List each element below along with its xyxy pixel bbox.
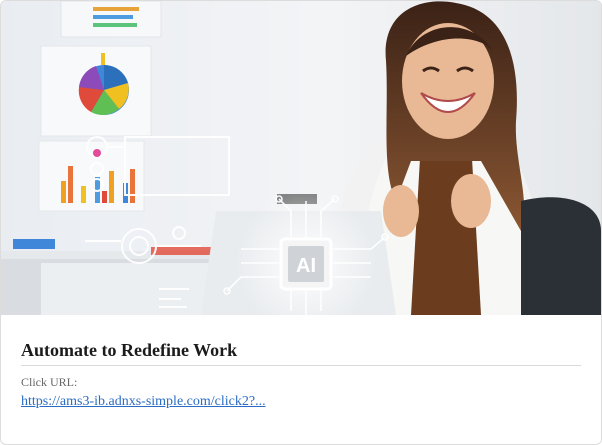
ad-title[interactable]: Automate to Redefine Work [21, 339, 581, 366]
ad-card: AI Automate to Redefine Work Click URL: … [0, 0, 602, 445]
ad-info: Automate to Redefine Work Click URL: htt… [21, 339, 581, 410]
ad-hero-image[interactable]: AI [1, 1, 601, 315]
ai-chip-label: AI [296, 255, 316, 277]
click-url-link[interactable]: https://ams3-ib.adnxs-simple.com/click2?… [21, 394, 266, 410]
hero-illustration: AI [1, 1, 601, 315]
click-url-label: Click URL: [21, 375, 78, 389]
